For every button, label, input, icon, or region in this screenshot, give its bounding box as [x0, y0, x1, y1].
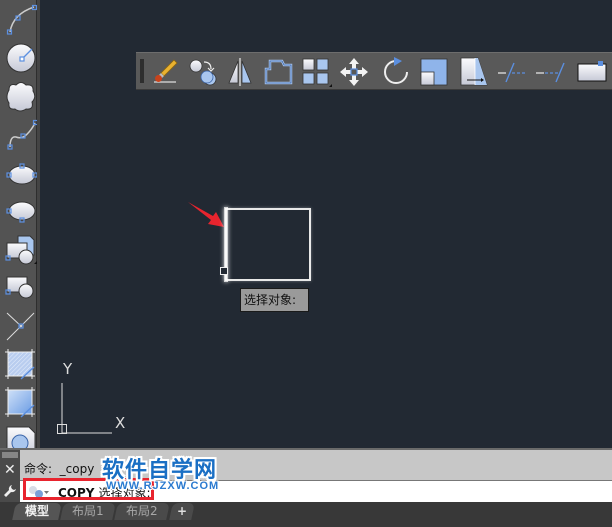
move-icon	[340, 58, 368, 86]
draw-toolbar	[0, 0, 40, 457]
extend-icon	[536, 62, 565, 83]
erase-brush-icon	[154, 59, 178, 83]
stretch-icon	[460, 57, 488, 86]
command-history: 命令: _copy	[24, 462, 95, 476]
command-name: COPY	[58, 486, 95, 500]
circle-button[interactable]	[3, 41, 37, 75]
stretch-button[interactable]	[458, 56, 490, 88]
annotation-arrow-icon	[188, 202, 224, 227]
ucs-x-label: X	[115, 414, 125, 432]
trim-button[interactable]	[496, 56, 528, 88]
rotate-button[interactable]	[380, 56, 412, 88]
insert-block-icon	[5, 235, 37, 265]
command-line-window: ✕ 命令: _copy COPY 选择对象:	[0, 448, 612, 504]
move-button[interactable]	[338, 56, 370, 88]
break-button[interactable]	[576, 56, 608, 88]
circle-icon	[6, 43, 36, 73]
grip-point[interactable]	[220, 267, 228, 275]
hatch-icon	[5, 349, 35, 380]
array-button[interactable]	[300, 56, 332, 88]
point-button[interactable]	[3, 310, 37, 344]
close-command-line-button[interactable]: ✕	[4, 462, 16, 476]
make-block-icon	[5, 276, 34, 299]
scale-icon	[420, 58, 448, 86]
add-layout-button[interactable]: +	[169, 503, 195, 520]
ucs-icon: Y X	[57, 360, 125, 434]
ellipse-button[interactable]	[3, 157, 37, 191]
command-text: COPY 选择对象:	[58, 484, 151, 501]
command-recent-icon[interactable]	[28, 485, 50, 499]
command-line-sidebar: ✕	[0, 450, 20, 504]
break-icon	[577, 61, 607, 82]
extend-button[interactable]	[534, 56, 566, 88]
tab-layout1-label: 布局1	[72, 504, 104, 518]
gradient-icon	[5, 387, 35, 418]
offset-button[interactable]	[262, 56, 294, 88]
revision-cloud-icon	[6, 82, 36, 112]
modify-toolbar	[136, 52, 612, 90]
tab-model-label: 模型	[24, 504, 49, 518]
copy-icon	[189, 59, 217, 86]
trim-icon	[498, 62, 527, 83]
command-line-grip[interactable]	[2, 452, 18, 458]
arc-icon	[6, 4, 37, 35]
wrench-icon[interactable]	[3, 484, 17, 498]
make-block-button[interactable]	[3, 272, 37, 306]
rectangle-object[interactable]	[225, 208, 311, 281]
tab-layout1[interactable]: 布局1	[60, 503, 116, 520]
revision-cloud-button[interactable]	[3, 80, 37, 114]
ellipse-arc-button[interactable]	[3, 196, 37, 230]
hatch-button[interactable]	[3, 347, 37, 381]
arc-button[interactable]	[3, 2, 37, 36]
mirror-icon	[228, 58, 252, 86]
tab-model[interactable]: 模型	[12, 503, 62, 520]
point-icon	[6, 312, 35, 341]
ellipse-icon	[6, 163, 37, 185]
tab-layout2-label: 布局2	[126, 504, 158, 518]
scale-button[interactable]	[418, 56, 450, 88]
rotate-icon	[384, 57, 408, 84]
array-icon	[302, 58, 332, 87]
copy-button[interactable]	[186, 56, 218, 88]
layout-tab-bar: 模型 布局1 布局2 +	[0, 502, 612, 527]
spline-button[interactable]	[3, 118, 37, 152]
offset-icon	[264, 59, 293, 85]
add-layout-label: +	[176, 504, 188, 518]
command-input[interactable]: COPY 选择对象:	[20, 480, 612, 503]
tab-layout2[interactable]: 布局2	[114, 503, 170, 520]
toolbar-grip-handle[interactable]	[140, 59, 144, 83]
erase-button[interactable]	[148, 56, 180, 88]
spline-icon	[7, 119, 37, 150]
ucs-y-label: Y	[62, 360, 73, 378]
mirror-button[interactable]	[224, 56, 256, 88]
gradient-button[interactable]	[3, 385, 37, 419]
command-prompt: 选择对象:	[98, 486, 151, 500]
cursor-tooltip: 选择对象:	[240, 288, 309, 312]
insert-block-button[interactable]	[3, 235, 37, 269]
ellipse-arc-icon	[6, 201, 36, 223]
